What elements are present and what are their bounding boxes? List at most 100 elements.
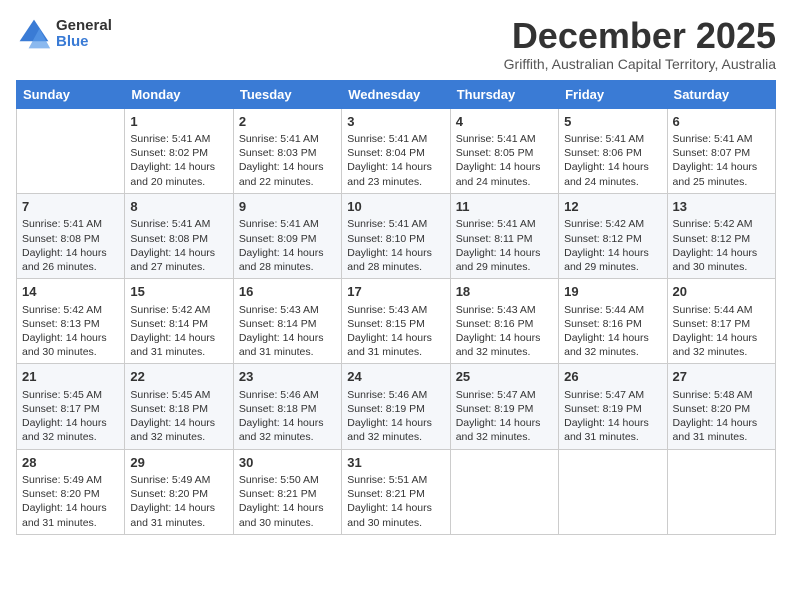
- logo-blue-text: Blue: [56, 34, 112, 51]
- daylight-text: Daylight: 14 hours and 28 minutes.: [239, 247, 324, 273]
- calendar-cell: 18Sunrise: 5:43 AMSunset: 8:16 PMDayligh…: [450, 279, 558, 364]
- sunrise-text: Sunrise: 5:41 AM: [564, 133, 644, 145]
- sunrise-text: Sunrise: 5:48 AM: [673, 389, 753, 401]
- calendar-cell: 2 Sunrise: 5:41 AM Sunset: 8:03 PM Daylight…: [233, 108, 341, 193]
- calendar-cell: 11Sunrise: 5:41 AMSunset: 8:11 PMDayligh…: [450, 193, 558, 278]
- day-number: 22: [130, 368, 227, 386]
- daylight-text: Daylight: 14 hours and 30 minutes.: [673, 247, 758, 273]
- sunset-text: Sunset: 8:17 PM: [673, 318, 751, 330]
- logo-text: General Blue: [56, 18, 112, 51]
- weekday-header-tuesday: Tuesday: [233, 80, 341, 108]
- daylight-text: Daylight: 14 hours and 30 minutes.: [347, 502, 432, 528]
- sunset-text: Sunset: 8:12 PM: [673, 233, 751, 245]
- sunset-text: Sunset: 8:16 PM: [564, 318, 642, 330]
- sunset-text: Sunset: 8:19 PM: [456, 403, 534, 415]
- calendar-cell: 14Sunrise: 5:42 AMSunset: 8:13 PMDayligh…: [17, 279, 125, 364]
- daylight-text: Daylight: 14 hours and 23 minutes.: [347, 161, 432, 187]
- calendar-cell: 10Sunrise: 5:41 AMSunset: 8:10 PMDayligh…: [342, 193, 450, 278]
- sunset-text: Sunset: 8:20 PM: [130, 488, 208, 500]
- calendar-cell: [667, 449, 775, 534]
- sunrise-text: Sunrise: 5:47 AM: [456, 389, 536, 401]
- daylight-text: Daylight: 14 hours and 30 minutes.: [22, 332, 107, 358]
- sunset-text: Sunset: 8:18 PM: [130, 403, 208, 415]
- day-number: 16: [239, 283, 336, 301]
- sunset-text: Sunset: 8:14 PM: [130, 318, 208, 330]
- day-number: 25: [456, 368, 553, 386]
- day-number: 31: [347, 454, 444, 472]
- sunrise-text: Sunrise: 5:50 AM: [239, 474, 319, 486]
- day-number: 28: [22, 454, 119, 472]
- calendar-cell: 21Sunrise: 5:45 AMSunset: 8:17 PMDayligh…: [17, 364, 125, 449]
- daylight-text: Daylight: 14 hours and 22 minutes.: [239, 161, 324, 187]
- daylight-text: Daylight: 14 hours and 31 minutes.: [22, 502, 107, 528]
- calendar-cell: 20Sunrise: 5:44 AMSunset: 8:17 PMDayligh…: [667, 279, 775, 364]
- sunrise-text: Sunrise: 5:49 AM: [130, 474, 210, 486]
- daylight-text: Daylight: 14 hours and 31 minutes.: [564, 417, 649, 443]
- day-number: 19: [564, 283, 661, 301]
- sunset-text: Sunset: 8:13 PM: [22, 318, 100, 330]
- calendar-cell: 31Sunrise: 5:51 AMSunset: 8:21 PMDayligh…: [342, 449, 450, 534]
- calendar-cell: 16Sunrise: 5:43 AMSunset: 8:14 PMDayligh…: [233, 279, 341, 364]
- daylight-text: Daylight: 14 hours and 32 minutes.: [347, 417, 432, 443]
- sunset-text: Sunset: 8:09 PM: [239, 233, 317, 245]
- day-number: 4: [456, 113, 553, 131]
- sunset-text: Sunset: 8:12 PM: [564, 233, 642, 245]
- sunset-text: Sunset: 8:08 PM: [22, 233, 100, 245]
- sunset-text: Sunset: 8:05 PM: [456, 147, 534, 159]
- sunset-text: Sunset: 8:02 PM: [130, 147, 208, 159]
- calendar-cell: [559, 449, 667, 534]
- calendar-cell: 9 Sunrise: 5:41 AM Sunset: 8:09 PM Daylight…: [233, 193, 341, 278]
- daylight-text: Daylight: 14 hours and 30 minutes.: [239, 502, 324, 528]
- sunrise-text: Sunrise: 5:41 AM: [673, 133, 753, 145]
- day-number: 21: [22, 368, 119, 386]
- sunrise-text: Sunrise: 5:46 AM: [347, 389, 427, 401]
- day-number: 30: [239, 454, 336, 472]
- day-number: 8: [130, 198, 227, 216]
- weekday-header-row: SundayMondayTuesdayWednesdayThursdayFrid…: [17, 80, 776, 108]
- calendar-cell: 24Sunrise: 5:46 AMSunset: 8:19 PMDayligh…: [342, 364, 450, 449]
- sunrise-text: Sunrise: 5:42 AM: [22, 304, 102, 316]
- sunset-text: Sunset: 8:11 PM: [456, 233, 533, 245]
- calendar-cell: 6Sunrise: 5:41 AMSunset: 8:07 PMDaylight…: [667, 108, 775, 193]
- calendar-cell: 7 Sunrise: 5:41 AM Sunset: 8:08 PM Daylight…: [17, 193, 125, 278]
- logo: General Blue: [16, 16, 112, 52]
- calendar-week-3: 14Sunrise: 5:42 AMSunset: 8:13 PMDayligh…: [17, 279, 776, 364]
- daylight-text: Daylight: 14 hours and 32 minutes.: [456, 332, 541, 358]
- sunrise-text: Sunrise: 5:43 AM: [456, 304, 536, 316]
- calendar-body: 1Sunrise: 5:41 AMSunset: 8:02 PMDaylight…: [17, 108, 776, 534]
- weekday-header-saturday: Saturday: [667, 80, 775, 108]
- sunrise-text: Sunrise: 5:41 AM: [130, 218, 210, 230]
- sunset-text: Sunset: 8:06 PM: [564, 147, 642, 159]
- day-number: 29: [130, 454, 227, 472]
- daylight-text: Daylight: 14 hours and 32 minutes.: [673, 332, 758, 358]
- calendar-cell: 13 Sunrise: 5:42 AM Sunset: 8:12 PM Dayligh…: [667, 193, 775, 278]
- weekday-header-friday: Friday: [559, 80, 667, 108]
- sunset-text: Sunset: 8:10 PM: [347, 233, 425, 245]
- title-area: December 2025 Griffith, Australian Capit…: [504, 16, 776, 72]
- day-number: 13: [673, 198, 770, 216]
- sunrise-text: Sunrise: 5:46 AM: [239, 389, 319, 401]
- sunrise-text: Sunrise: 5:41 AM: [239, 218, 319, 230]
- day-number: 7: [22, 198, 119, 216]
- daylight-text: Daylight: 14 hours and 32 minutes.: [239, 417, 324, 443]
- sunrise-text: Sunrise: 5:41 AM: [22, 218, 102, 230]
- day-number: 18: [456, 283, 553, 301]
- weekday-header-monday: Monday: [125, 80, 233, 108]
- daylight-text: Daylight: 14 hours and 20 minutes.: [130, 161, 215, 187]
- weekday-header-sunday: Sunday: [17, 80, 125, 108]
- calendar-cell: 29Sunrise: 5:49 AMSunset: 8:20 PMDayligh…: [125, 449, 233, 534]
- calendar-cell: 27Sunrise: 5:48 AMSunset: 8:20 PMDayligh…: [667, 364, 775, 449]
- sunset-text: Sunset: 8:03 PM: [239, 147, 317, 159]
- sunrise-text: Sunrise: 5:41 AM: [239, 133, 319, 145]
- calendar-cell: 28Sunrise: 5:49 AMSunset: 8:20 PMDayligh…: [17, 449, 125, 534]
- day-number: 9: [239, 198, 336, 216]
- day-number: 24: [347, 368, 444, 386]
- sunrise-text: Sunrise: 5:49 AM: [22, 474, 102, 486]
- daylight-text: Daylight: 14 hours and 29 minutes.: [456, 247, 541, 273]
- sunrise-text: Sunrise: 5:45 AM: [130, 389, 210, 401]
- sunrise-text: Sunrise: 5:42 AM: [673, 218, 753, 230]
- day-number: 2: [239, 113, 336, 131]
- sunset-text: Sunset: 8:20 PM: [673, 403, 751, 415]
- daylight-text: Daylight: 14 hours and 26 minutes.: [22, 247, 107, 273]
- calendar-table: SundayMondayTuesdayWednesdayThursdayFrid…: [16, 80, 776, 535]
